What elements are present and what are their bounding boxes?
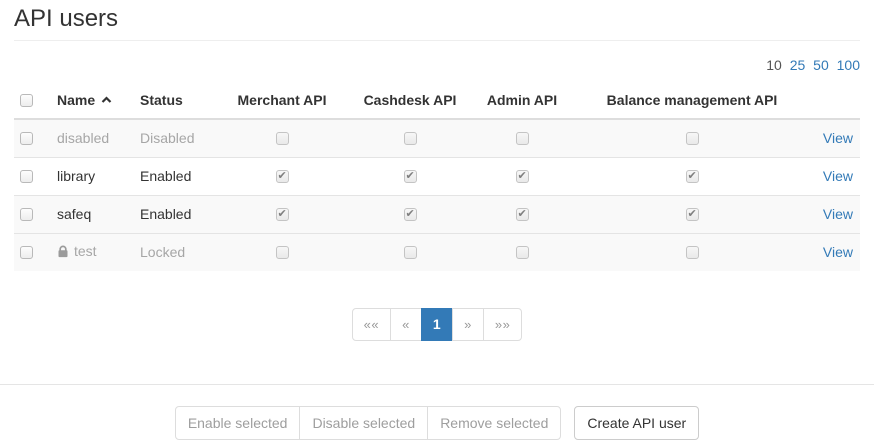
admin-api-checkbox — [516, 208, 529, 221]
balance-api-checkbox — [686, 246, 699, 259]
row-select-checkbox[interactable] — [20, 170, 33, 183]
merchant-api-checkbox — [276, 208, 289, 221]
page-title: API users — [14, 6, 860, 31]
user-name-cell: library — [50, 157, 133, 195]
pagination-first-page[interactable]: «« — [352, 308, 391, 341]
remove-selected-button[interactable]: Remove selected — [427, 406, 561, 440]
balance-api-checkbox — [686, 208, 699, 221]
pagination-previous-page[interactable]: « — [390, 308, 422, 341]
user-name-cell: disabled — [50, 119, 133, 157]
page-container: API users 10 25 50 100 Name Status Merch… — [0, 0, 874, 341]
page-size-option-100[interactable]: 100 — [837, 57, 860, 73]
balance-api-checkbox — [686, 132, 699, 145]
row-select-checkbox[interactable] — [20, 246, 33, 259]
table-row: test Locked View — [14, 233, 860, 271]
cashdesk-api-checkbox — [404, 132, 417, 145]
column-header-name[interactable]: Name — [50, 82, 133, 119]
user-name: test — [74, 243, 97, 259]
merchant-api-checkbox — [276, 132, 289, 145]
admin-api-checkbox — [516, 132, 529, 145]
pagination-page-1[interactable]: 1 — [421, 308, 453, 341]
column-header-admin-api: Admin API — [475, 82, 569, 119]
merchant-api-checkbox — [276, 246, 289, 259]
user-name-cell: test — [50, 233, 133, 271]
page-size-option-50[interactable]: 50 — [813, 57, 829, 73]
cashdesk-api-checkbox — [404, 208, 417, 221]
view-link[interactable]: View — [823, 206, 853, 222]
column-header-status: Status — [133, 82, 219, 119]
user-name: disabled — [57, 130, 109, 146]
user-name-cell: safeq — [50, 195, 133, 233]
page-header: API users — [14, 0, 860, 41]
cashdesk-api-checkbox — [404, 246, 417, 259]
enable-selected-button[interactable]: Enable selected — [175, 406, 301, 440]
select-all-header — [14, 82, 50, 119]
disable-selected-button[interactable]: Disable selected — [299, 406, 428, 440]
page-size-option-25[interactable]: 25 — [790, 57, 806, 73]
user-status: Disabled — [133, 119, 219, 157]
pagination-next-page[interactable]: » — [452, 308, 484, 341]
merchant-api-checkbox — [276, 170, 289, 183]
page-size-selector: 10 25 50 100 — [14, 57, 860, 74]
user-name: safeq — [57, 206, 91, 222]
user-status: Enabled — [133, 195, 219, 233]
user-status: Enabled — [133, 157, 219, 195]
column-header-name-label: Name — [57, 92, 95, 108]
row-select-checkbox[interactable] — [20, 132, 33, 145]
api-users-table: Name Status Merchant API Cashdesk API Ad… — [14, 82, 860, 271]
selection-actions-group: Enable selected Disable selected Remove … — [175, 406, 562, 440]
column-header-balance-api: Balance management API — [569, 82, 815, 119]
row-select-checkbox[interactable] — [20, 208, 33, 221]
balance-api-checkbox — [686, 170, 699, 183]
table-header: Name Status Merchant API Cashdesk API Ad… — [14, 82, 860, 119]
table-row: safeq Enabled View — [14, 195, 860, 233]
table-row: library Enabled View — [14, 157, 860, 195]
cashdesk-api-checkbox — [404, 170, 417, 183]
page-size-current: 10 — [766, 57, 782, 73]
footer-actions: Enable selected Disable selected Remove … — [0, 406, 874, 440]
admin-api-checkbox — [516, 170, 529, 183]
column-header-actions — [815, 82, 860, 119]
table-row: disabled Disabled View — [14, 119, 860, 157]
sort-ascending-icon — [101, 91, 112, 108]
view-link[interactable]: View — [823, 168, 853, 184]
table-body: disabledDisabledViewlibraryEnabledViewsa… — [14, 119, 860, 271]
pagination-wrap: «««1»»» — [14, 308, 860, 341]
pagination-last-page[interactable]: »» — [483, 308, 522, 341]
column-header-cashdesk-api: Cashdesk API — [345, 82, 475, 119]
admin-api-checkbox — [516, 246, 529, 259]
pagination: «««1»»» — [352, 308, 523, 341]
view-link[interactable]: View — [823, 244, 853, 260]
create-api-user-button[interactable]: Create API user — [574, 406, 699, 440]
lock-icon — [57, 245, 69, 262]
footer-divider — [0, 384, 874, 385]
column-header-merchant-api: Merchant API — [219, 82, 345, 119]
select-all-checkbox[interactable] — [20, 94, 33, 107]
view-link[interactable]: View — [823, 130, 853, 146]
user-name: library — [57, 168, 95, 184]
user-status: Locked — [133, 233, 219, 271]
